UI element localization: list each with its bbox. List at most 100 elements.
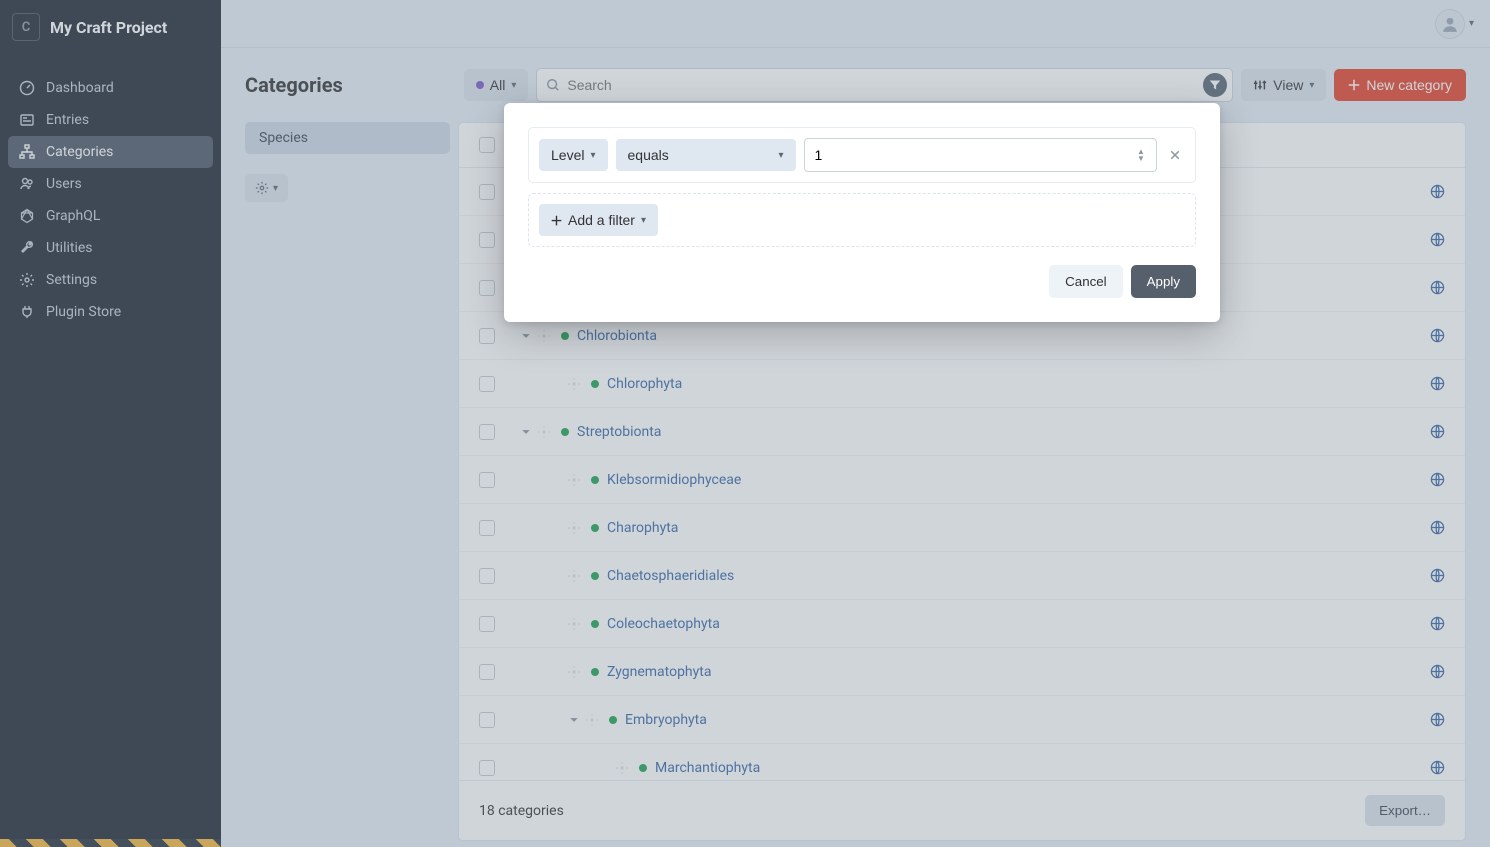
nav-dashboard[interactable]: Dashboard (8, 72, 213, 104)
row-checkbox[interactable] (479, 184, 495, 200)
row-checkbox[interactable] (479, 520, 495, 536)
chevron-down-icon: ▾ (511, 80, 516, 91)
row-checkbox[interactable] (479, 712, 495, 728)
row-title-link[interactable]: Zygnematophyta (607, 664, 711, 680)
row-title-link[interactable]: Coleochaetophyta (607, 616, 720, 632)
number-spinner[interactable]: ▲ ▼ (1137, 148, 1151, 162)
row-content: Chlorobionta (519, 328, 1430, 344)
nav-plugin-store[interactable]: Plugin Store (8, 296, 213, 328)
row-title-link[interactable]: Chlorophyta (607, 376, 682, 392)
select-all-checkbox[interactable] (479, 137, 495, 153)
drag-handle[interactable] (567, 474, 581, 486)
source-settings-button[interactable]: ▾ (245, 174, 288, 202)
row-checkbox[interactable] (479, 424, 495, 440)
nav-users[interactable]: Users (8, 168, 213, 200)
status-dot-icon (591, 572, 599, 580)
drag-handle[interactable] (537, 426, 551, 438)
nav-entries[interactable]: Entries (8, 104, 213, 136)
source-item-species[interactable]: Species (245, 122, 450, 154)
row-title-link[interactable]: Charophyta (607, 520, 678, 536)
globe-icon[interactable] (1430, 712, 1445, 727)
chevron-down-icon: ▾ (1469, 18, 1474, 29)
globe-icon[interactable] (1430, 520, 1445, 535)
app-name[interactable]: My Craft Project (50, 18, 167, 37)
app-logo[interactable]: C (12, 13, 40, 41)
row-checkbox[interactable] (479, 280, 495, 296)
chevron-down-icon: ▾ (778, 150, 783, 161)
globe-icon[interactable] (1430, 328, 1445, 343)
row-checkbox[interactable] (479, 376, 495, 392)
status-dot-icon (591, 476, 599, 484)
expand-toggle[interactable] (567, 715, 581, 725)
globe-icon[interactable] (1430, 232, 1445, 247)
remove-filter-button[interactable] (1165, 145, 1185, 165)
view-button[interactable]: View ▾ (1241, 69, 1326, 101)
row-content: Streptobionta (519, 424, 1430, 440)
row-checkbox[interactable] (479, 328, 495, 344)
globe-icon[interactable] (1430, 664, 1445, 679)
row-checkbox[interactable] (479, 232, 495, 248)
chevron-down-icon: ▾ (590, 150, 595, 161)
sidebar-nav: Dashboard Entries Categories Users Graph… (0, 54, 221, 346)
nav-utilities[interactable]: Utilities (8, 232, 213, 264)
globe-icon[interactable] (1430, 280, 1445, 295)
drag-handle[interactable] (567, 378, 581, 390)
status-dot-icon (561, 332, 569, 340)
nav-label: Settings (46, 272, 97, 288)
row-title-link[interactable]: Chlorobionta (577, 328, 657, 344)
add-filter-button[interactable]: Add a filter ▾ (539, 204, 658, 236)
status-dot-icon (561, 428, 569, 436)
nav-label: Plugin Store (46, 304, 121, 320)
status-filter-button[interactable]: All ▾ (464, 69, 529, 101)
apply-button[interactable]: Apply (1131, 265, 1196, 298)
drag-handle[interactable] (615, 762, 629, 774)
row-title-link[interactable]: Chaetosphaeridiales (607, 568, 734, 584)
user-menu-button[interactable]: ▾ (1435, 9, 1474, 39)
cancel-label: Cancel (1065, 274, 1107, 289)
drag-handle[interactable] (567, 618, 581, 630)
globe-icon[interactable] (1430, 376, 1445, 391)
nav-settings[interactable]: Settings (8, 264, 213, 296)
row-checkbox[interactable] (479, 568, 495, 584)
drag-handle[interactable] (537, 330, 551, 342)
drag-handle[interactable] (585, 714, 599, 726)
globe-icon[interactable] (1430, 424, 1445, 439)
drag-handle[interactable] (567, 522, 581, 534)
plus-icon (551, 215, 562, 226)
filter-operator-select[interactable]: equals ▾ (616, 139, 796, 171)
export-button[interactable]: Export… (1365, 795, 1445, 826)
nav-categories[interactable]: Categories (8, 136, 213, 168)
plus-icon (1348, 79, 1360, 91)
cancel-button[interactable]: Cancel (1049, 265, 1123, 298)
globe-icon[interactable] (1430, 184, 1445, 199)
row-title-link[interactable]: Embryophyta (625, 712, 707, 728)
filter-value-input[interactable] (804, 138, 1158, 172)
search-input[interactable] (536, 68, 1233, 102)
avatar (1435, 9, 1465, 39)
close-icon (1169, 149, 1181, 161)
drag-handle[interactable] (567, 570, 581, 582)
row-checkbox[interactable] (479, 472, 495, 488)
globe-icon[interactable] (1430, 472, 1445, 487)
globe-icon[interactable] (1430, 760, 1445, 775)
expand-toggle[interactable] (519, 427, 533, 437)
globe-icon[interactable] (1430, 616, 1445, 631)
row-title-link[interactable]: Marchantiophyta (655, 760, 760, 776)
row-checkbox[interactable] (479, 664, 495, 680)
row-content: Charophyta (519, 520, 1430, 536)
globe-icon[interactable] (1430, 568, 1445, 583)
new-category-button[interactable]: New category (1334, 69, 1466, 101)
gauge-icon (19, 80, 35, 96)
row-content: Zygnematophyta (519, 664, 1430, 680)
row-checkbox[interactable] (479, 760, 495, 776)
filter-field-select[interactable]: Level ▾ (539, 139, 608, 171)
row-title-link[interactable]: Klebsormidiophyceae (607, 472, 741, 488)
nav-graphql[interactable]: GraphQL (8, 200, 213, 232)
chevron-down-icon: ▼ (1137, 155, 1151, 162)
filter-condition-row: Level ▾ equals ▾ ▲ ▼ (528, 127, 1196, 183)
row-title-link[interactable]: Streptobionta (577, 424, 661, 440)
expand-toggle[interactable] (519, 331, 533, 341)
drag-handle[interactable] (567, 666, 581, 678)
row-checkbox[interactable] (479, 616, 495, 632)
nav-label: Users (46, 176, 82, 192)
